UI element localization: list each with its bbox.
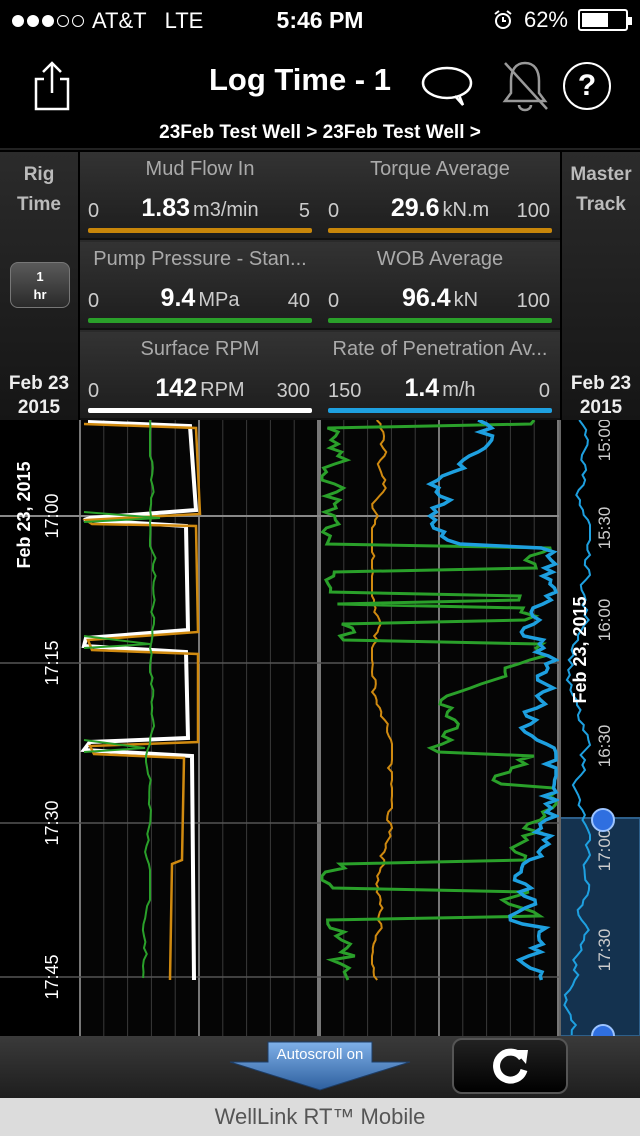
time-tick-label: 17:15: [42, 640, 62, 685]
refresh-icon: [493, 1048, 528, 1084]
master-window-top-handle[interactable]: [591, 808, 615, 832]
master-track-label: Master Track: [570, 164, 632, 215]
master-track-panel: Master Track Feb 23 2015: [562, 152, 640, 420]
gauge-value: 9.4 MPa: [160, 284, 240, 312]
gauge-name: Mud Flow In: [145, 158, 255, 180]
refresh-button[interactable]: [452, 1038, 568, 1094]
gauge-1[interactable]: Torque Average 0 29.6 kN.m 100: [320, 152, 560, 240]
help-button[interactable]: ?: [563, 62, 611, 110]
gauge-bar: [328, 318, 552, 323]
master-tick-label: 15:00: [595, 420, 614, 461]
battery-percent: 62%: [523, 7, 568, 32]
app-header: Log Time - 1 ?: [0, 40, 640, 128]
gauge-max: 40: [287, 290, 310, 312]
time-axis-column: [0, 420, 80, 1036]
comment-icon: [421, 66, 473, 106]
gauge-3[interactable]: WOB Average 0 96.4 kN 100: [320, 242, 560, 330]
gauge-4[interactable]: Surface RPM 0 142 RPM 300: [80, 332, 320, 420]
master-tick-label: 17:30: [595, 929, 614, 972]
time-tick-label: 17:30: [42, 800, 62, 845]
gauge-bar: [328, 408, 552, 413]
rig-time-label: Rig Time: [16, 164, 61, 215]
master-tick-label: 15:30: [595, 507, 614, 550]
rig-time-panel: Rig Time 1 hr Feb 23 2015: [0, 152, 78, 420]
comment-button[interactable]: [418, 62, 476, 110]
gauge-bar: [88, 318, 312, 323]
gauge-panel: Mud Flow In 0 1.83 m3/min 5 Torque Average 0 29…: [80, 152, 560, 420]
gauge-name: Pump Pressure - Stan...: [93, 248, 307, 270]
app-brand: WellLink RT™ Mobile: [0, 1098, 640, 1136]
gauge-max: 100: [516, 290, 550, 312]
gauge-max: 5: [298, 200, 310, 222]
gauge-name: Torque Average: [370, 158, 510, 180]
log-tracks[interactable]: 17:00 17:15 17:30 17:45 Feb 23, 2015 15:00 15:…: [0, 420, 640, 1036]
time-axis-date: Feb 23, 2015: [14, 461, 34, 568]
autoscroll-toggle[interactable]: Autoscroll on: [228, 1040, 412, 1092]
master-tick-label: 16:30: [595, 725, 614, 768]
gauge-bar: [88, 228, 312, 233]
gauge-name: Rate of Penetration Av...: [332, 338, 548, 360]
alarm-clock-icon: [494, 10, 512, 29]
alarm-mute-button[interactable]: [496, 56, 554, 114]
help-icon: ?: [577, 69, 597, 102]
bell-muted-icon: [502, 61, 548, 112]
rig-time-date: Feb 23 2015: [8, 373, 70, 418]
autoscroll-label: Autoscroll on: [276, 1046, 364, 1063]
battery-icon: [578, 9, 632, 31]
master-axis-date: Feb 23, 2015: [570, 596, 590, 703]
gauge-value: 1.4 m/h: [404, 374, 476, 402]
gauge-name: Surface RPM: [140, 338, 260, 360]
gauge-max: 0: [538, 380, 550, 402]
interval-button[interactable]: 1 hr: [10, 262, 70, 308]
gauge-bar: [88, 408, 312, 413]
gauge-0[interactable]: Mud Flow In 0 1.83 m3/min 5: [80, 152, 320, 240]
master-tick-label: 16:00: [595, 599, 614, 642]
gauge-max: 100: [516, 200, 550, 222]
time-tick-label: 17:45: [42, 954, 62, 999]
gauge-2[interactable]: Pump Pressure - Stan... 0 9.4 MPa 40: [80, 242, 320, 330]
status-bar: AT&T LTE 5:46 PM 62%: [0, 0, 640, 40]
gauge-bar: [328, 228, 552, 233]
master-tick-label: 17:00: [595, 829, 614, 872]
time-tick-label: 17:00: [42, 493, 62, 538]
breadcrumb[interactable]: 23Feb Test Well > 23Feb Test Well >: [0, 118, 640, 150]
master-track-date: Feb 23 2015: [570, 373, 632, 418]
interval-unit: hr: [33, 287, 47, 302]
gauge-name: WOB Average: [376, 248, 504, 270]
gauge-5[interactable]: Rate of Penetration Av... 150 1.4 m/h 0: [320, 332, 560, 420]
interval-value: 1: [36, 269, 44, 284]
gauge-max: 300: [276, 380, 310, 402]
gauge-value: 1.83 m3/min: [141, 194, 259, 222]
